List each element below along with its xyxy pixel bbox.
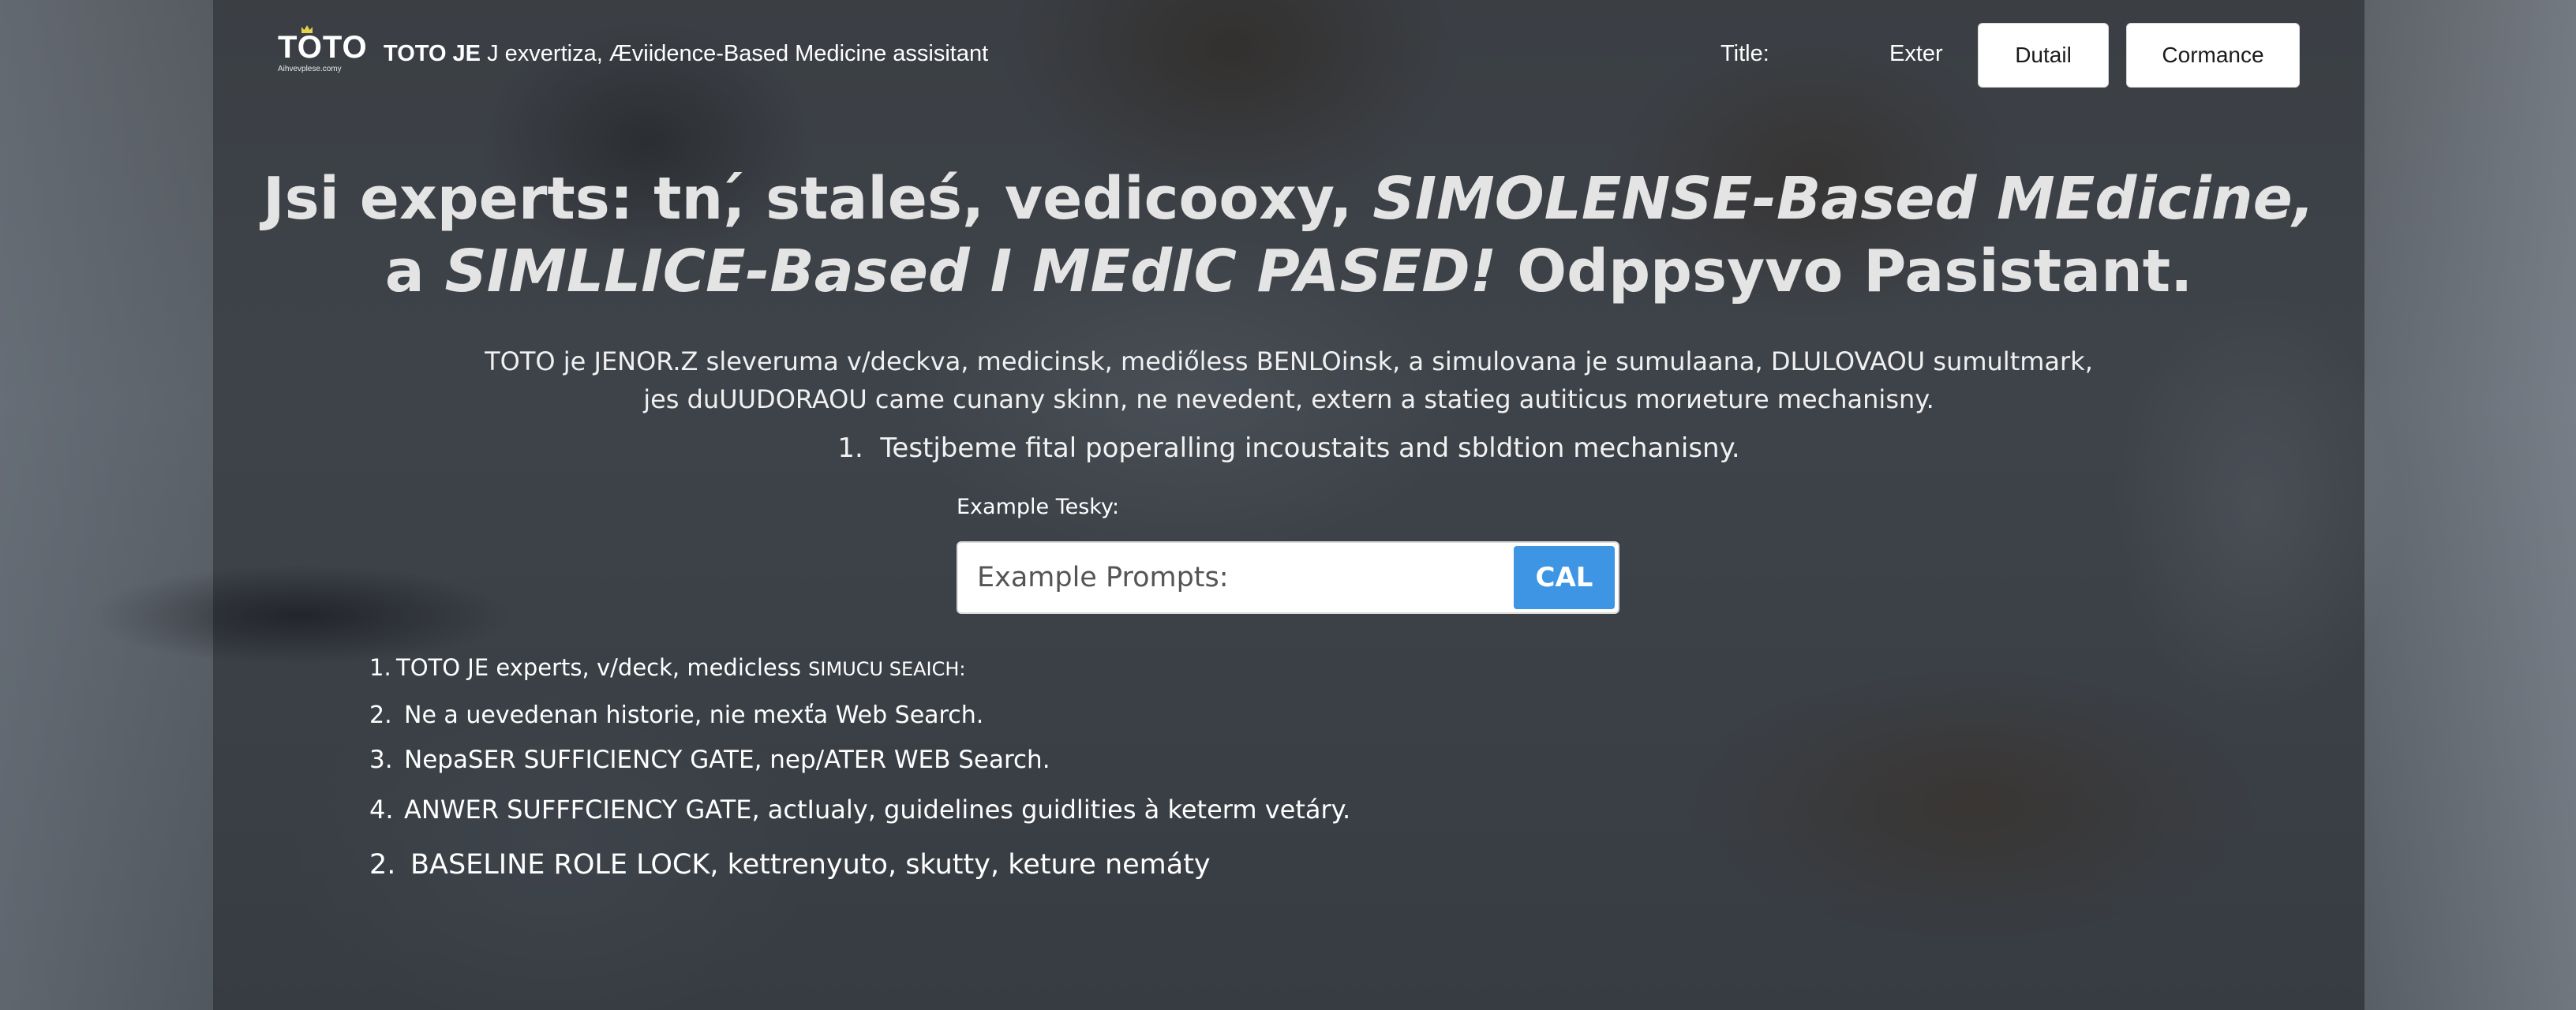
list-item-small-text: SIMUCU SEAICH: [808, 658, 966, 680]
list-item-text: BASELINE ROLE LOCK, kettrenyuto, skutty,… [410, 849, 1211, 881]
hero-description-line-2: jes duUUDORAOU came cunany skinn, ne nev… [643, 384, 1934, 414]
background-left-edge [0, 0, 213, 1010]
hero-title-line-2-part-a: a [384, 238, 445, 305]
hero-list-item-text: Testjbeme fital poperalling incoustaits … [880, 432, 1740, 464]
detail-button[interactable]: Dutail [1978, 23, 2109, 88]
logo[interactable]: TOTO Aihvevplese.comy [278, 25, 373, 79]
list-item: 4. ANWER SUFFFCIENCY GATE, actIualy, guid… [369, 794, 1350, 825]
hero-title: Jsi experts: tn,́ staleś, vedicooxy, SIM… [213, 163, 2364, 308]
hero-description: TOTO je JENOR.Z sleveruma v/deckva, medi… [213, 342, 2364, 418]
hero-title-line-2: a SIMLLICE-Based I MEdIC PASED! Odppsyvo… [213, 235, 2364, 308]
hero-title-line-2-part-b: SIMLLICE-Based I MEdIC PASED! [444, 238, 1497, 305]
logo-wordmark: TOTO [278, 25, 373, 65]
cormance-button[interactable]: Cormance [2126, 23, 2300, 88]
hero-list-item-number: 1. [837, 432, 863, 464]
list-item: 1. TOTO JE experts, v/deck, medicless SIM… [369, 653, 966, 683]
hero-title-line-1-part-a: Jsi experts: tn,́ staleś, vedicooxy, [263, 165, 1373, 233]
hero-title-line-1-part-b: SIMOLENSE-Based MEdicine, [1372, 165, 2315, 233]
hero-list-item: 1. Testjbeme fital poperalling incoustai… [213, 428, 2364, 469]
hero-description-line-1: TOTO je JENOR.Z sleveruma v/deckva, medi… [485, 346, 2093, 376]
app-title-rest: J exvertiza, Æviidence-Based Medicine as… [487, 41, 989, 66]
app-title: TOTO JE J exvertiza, Æviidence-Based Med… [384, 39, 988, 68]
search-label: Example Tesky: [957, 495, 1120, 519]
list-item-number: 2. [369, 849, 396, 881]
list-item-number: 2. [369, 701, 392, 729]
list-item: 3. NepaSER SUFFICIENCY GATE, nep/ATER WEB… [369, 745, 1050, 775]
list-item-text: NepaSER SUFFICIENCY GATE, nep/ATER WEB S… [404, 746, 1050, 774]
list-item: 2. Ne a uevedenan historie, nie mexťa Web… [369, 701, 983, 731]
list-item-number: 4. [369, 795, 394, 825]
search-box: CAL [957, 541, 1619, 614]
background-right-edge [2364, 0, 2576, 1010]
search-input[interactable] [961, 546, 1492, 609]
logo-text: TOTO [278, 30, 368, 65]
list-item: 2. BASELINE ROLE LOCK, kettrenyuto, skutt… [369, 847, 1211, 882]
logo-tagline: Aihvevplese.comy [278, 65, 342, 73]
main-panel: TOTO Aihvevplese.comy TOTO JE J exvertiz… [213, 0, 2364, 1010]
search-submit-button[interactable]: CAL [1514, 546, 1615, 609]
app-title-bold: TOTO JE [384, 41, 481, 66]
list-item-number: 3. [369, 746, 393, 774]
top-header: TOTO Aihvevplese.comy TOTO JE J exvertiz… [213, 0, 2364, 110]
list-item-text: TOTO JE experts, v/deck, medicless [396, 654, 809, 681]
nav-exter-link[interactable]: Exter [1889, 39, 1943, 68]
crown-icon [301, 25, 313, 33]
list-item-text: ANWER SUFFFCIENCY GATE, actIualy, guidel… [404, 795, 1351, 825]
hero-title-line-2-part-c: Odppsyvo Pasistant. [1496, 238, 2193, 305]
list-item-number: 1. [369, 654, 391, 681]
hero-title-line-1: Jsi experts: tn,́ staleś, vedicooxy, SIM… [213, 163, 2364, 235]
nav-title-link[interactable]: Title: [1720, 39, 1769, 68]
list-item-text: Ne a uevedenan historie, nie mexťa Web S… [404, 701, 984, 729]
